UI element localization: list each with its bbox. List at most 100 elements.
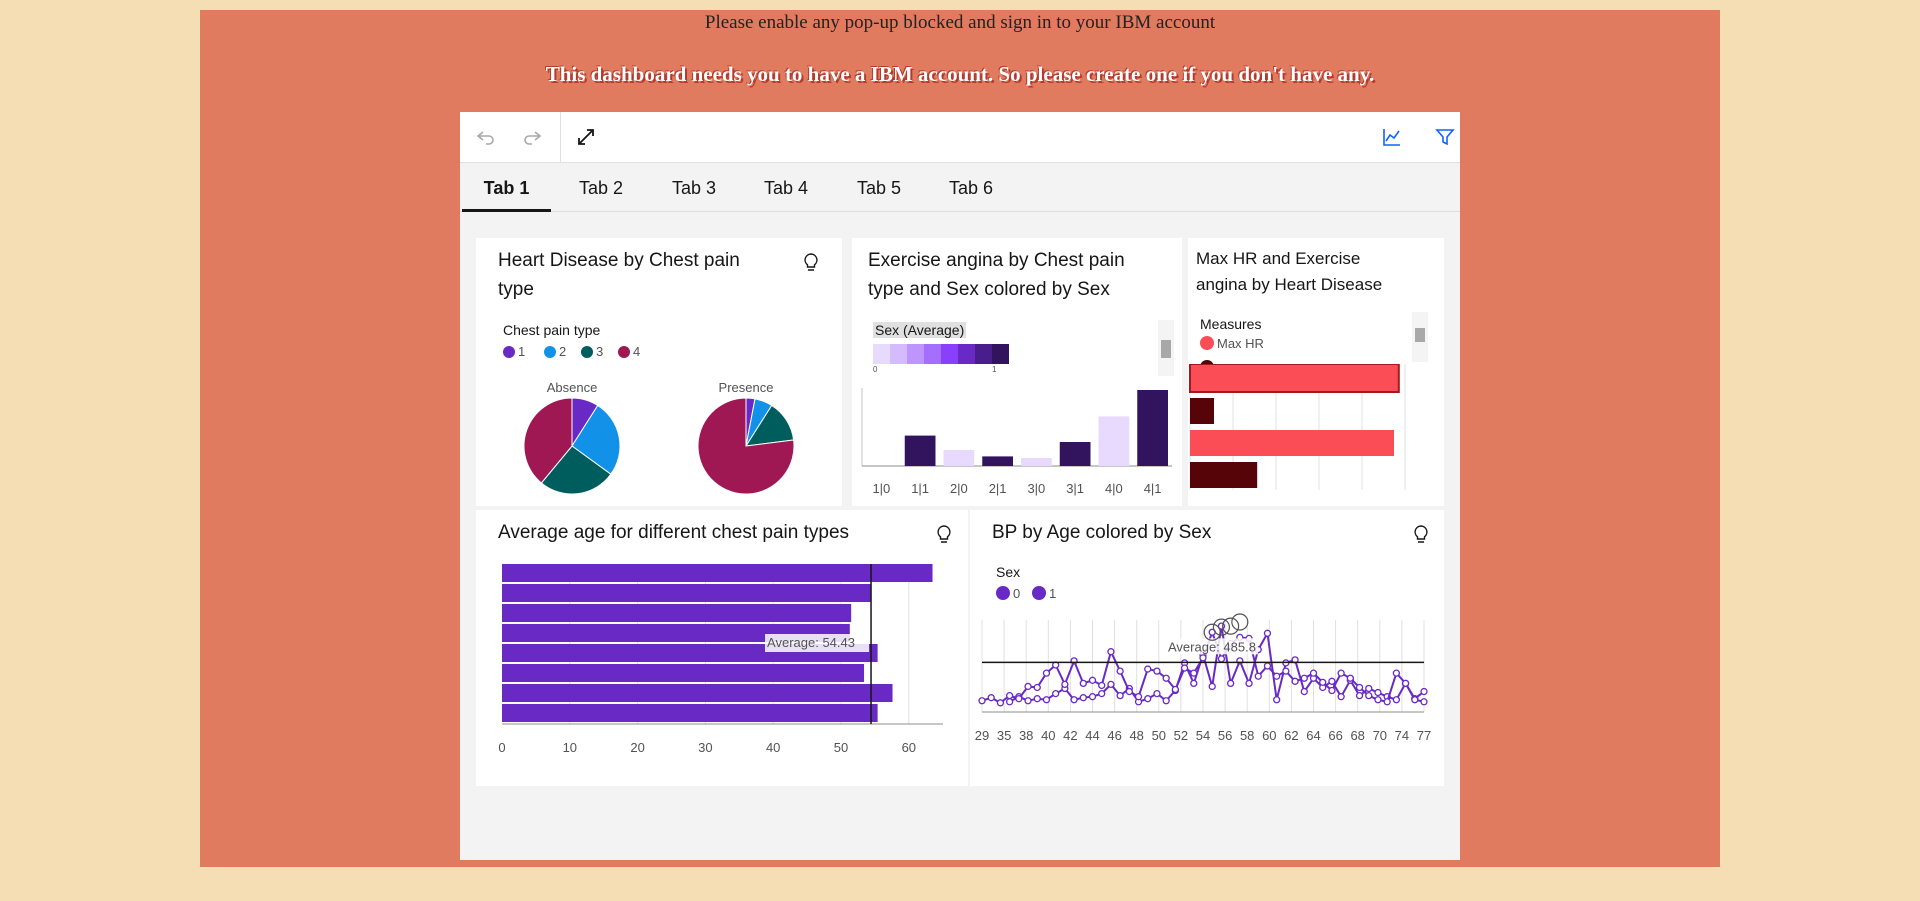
- legend-dot: [996, 586, 1010, 600]
- legend-scrollbar[interactable]: [1412, 312, 1428, 362]
- x-tick-label: 0: [498, 740, 505, 755]
- x-tick-label: 30: [698, 740, 712, 755]
- data-point: [1042, 669, 1051, 677]
- lightbulb-icon[interactable]: [802, 252, 820, 274]
- x-tick-label: 44: [1085, 728, 1099, 743]
- legend-item-4[interactable]: 4: [618, 344, 640, 359]
- data-point: [1171, 685, 1180, 694]
- data-point: [1107, 680, 1115, 689]
- x-tick-label: 40: [1041, 728, 1055, 743]
- x-tick-label: 3|1: [1066, 481, 1084, 496]
- bar: [1190, 462, 1258, 488]
- data-point: [1355, 691, 1364, 700]
- data-point: [1153, 667, 1161, 675]
- dashboard-frame: Tab 1 Tab 2 Tab 3 Tab 4 Tab 5 Tab 6 Hear…: [460, 112, 1460, 860]
- bar: [1021, 458, 1052, 466]
- data-point: [1180, 664, 1189, 672]
- data-point: [1144, 695, 1152, 703]
- data-point: [1365, 691, 1373, 700]
- bar: [1190, 430, 1394, 456]
- data-point: [1079, 694, 1087, 702]
- data-point: [1420, 687, 1428, 696]
- x-tick-label: 66: [1328, 728, 1342, 743]
- legend-item-3[interactable]: 3: [581, 344, 603, 359]
- data-point: [1190, 669, 1198, 677]
- data-point: [1319, 678, 1327, 687]
- x-tick-label: 4|0: [1105, 481, 1123, 496]
- pie-chart-card: Heart Disease by Chest pain type Chest p…: [476, 238, 842, 506]
- x-tick-label: 77: [1417, 728, 1431, 743]
- legend-label: 2: [559, 344, 567, 359]
- data-point: [1374, 696, 1382, 704]
- data-point: [1079, 679, 1087, 688]
- tab-5[interactable]: Tab 5: [833, 163, 925, 209]
- line-chart-icon[interactable]: [1380, 125, 1404, 149]
- x-tick-label: 74: [1395, 728, 1409, 743]
- data-point: [1337, 693, 1345, 701]
- x-tick-label: 20: [630, 740, 644, 755]
- card-title: Heart Disease by Chest pain type: [498, 250, 740, 300]
- legend-label: Max HR: [1217, 336, 1264, 351]
- data-point: [1401, 679, 1410, 688]
- data-point: [1263, 629, 1272, 637]
- redo-icon[interactable]: [520, 125, 544, 149]
- bar: [982, 456, 1013, 466]
- tab-4[interactable]: Tab 4: [740, 163, 832, 209]
- card-title: Exercise angina by Chest pain type and S…: [868, 250, 1125, 300]
- data-point: [1061, 680, 1069, 689]
- x-tick-label: 46: [1107, 728, 1121, 743]
- tab-2[interactable]: Tab 2: [555, 163, 647, 209]
- average-label: Average: 54.43: [767, 635, 855, 650]
- legend-dot: [1200, 336, 1214, 350]
- bar: [502, 564, 933, 582]
- data-point: [1392, 669, 1401, 677]
- data-point: [1024, 697, 1032, 705]
- maxhr-bar-chart: [1189, 364, 1406, 490]
- bp-line-chart: 29 35 38 40 42 44 46 48 50 52 54 56 58 60 62 64 66 68 70 74…: [975, 613, 1431, 743]
- data-point: [1273, 672, 1281, 680]
- tab-3[interactable]: Tab 3: [648, 163, 740, 209]
- bar: [502, 584, 872, 602]
- tab-1[interactable]: Tab 1: [462, 163, 551, 212]
- card-title: BP by Age colored by Sex: [992, 522, 1212, 543]
- data-point: [1098, 681, 1106, 690]
- bar: [904, 435, 936, 466]
- undo-icon[interactable]: [474, 125, 498, 149]
- tab-6[interactable]: Tab 6: [925, 163, 1017, 209]
- x-tick-label: 56: [1218, 728, 1232, 743]
- data-point: [1107, 648, 1115, 656]
- legend-item-2[interactable]: 2: [544, 344, 566, 359]
- lightbulb-icon[interactable]: [935, 524, 953, 546]
- data-point: [1125, 687, 1133, 696]
- legend-item-maxhr[interactable]: Max HR: [1200, 336, 1264, 351]
- data-point: [1273, 696, 1281, 704]
- data-point: [1291, 677, 1299, 685]
- legend-item-1[interactable]: 1: [503, 344, 525, 359]
- legend-item-1[interactable]: 1: [1032, 586, 1056, 601]
- color-scale: [873, 344, 1009, 364]
- x-tick-label: 58: [1240, 728, 1254, 743]
- expand-icon[interactable]: [574, 125, 598, 149]
- scale-min: 0: [873, 365, 878, 374]
- data-point: [1088, 693, 1097, 701]
- bar: [943, 450, 975, 466]
- lightbulb-icon[interactable]: [1412, 524, 1430, 546]
- legend-dot: [581, 346, 593, 358]
- data-point: [1328, 677, 1336, 685]
- data-point: [1015, 695, 1023, 703]
- avgage-bar-chart: 0 10 20 30 40 50 60 Average: 54.43: [498, 564, 943, 755]
- legend-scrollbar[interactable]: [1158, 320, 1174, 376]
- angina-chart-card: Exercise angina by Chest pain type and S…: [852, 238, 1182, 506]
- data-point: [1309, 669, 1318, 677]
- x-tick-label: 60: [1262, 728, 1276, 743]
- x-tick-label: 64: [1306, 728, 1320, 743]
- filter-icon[interactable]: [1433, 125, 1457, 149]
- data-point: [1254, 672, 1262, 680]
- x-tick-label: 2|0: [950, 481, 968, 496]
- legend-item-0[interactable]: 0: [996, 586, 1020, 601]
- dashboard-toolbar: [460, 112, 1460, 163]
- data-point: [1052, 689, 1060, 698]
- bar: [1098, 416, 1130, 466]
- data-point: [1217, 655, 1226, 663]
- legend-title: Sex (Average): [873, 322, 967, 338]
